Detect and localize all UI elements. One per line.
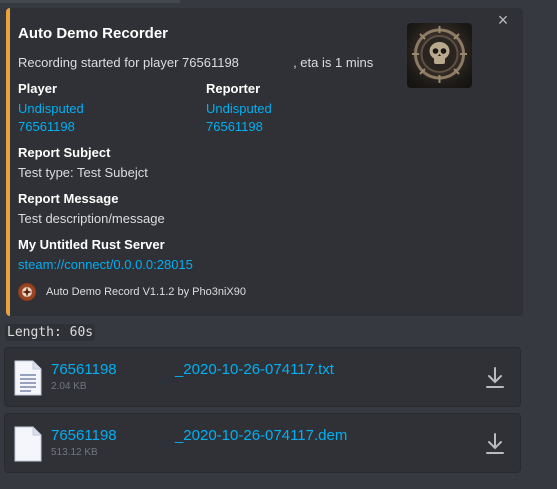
report-subject-value: Test type: Test Subejct xyxy=(18,165,148,180)
embed-footer: Auto Demo Record V1.1.2 by Pho3niX90 xyxy=(18,282,246,302)
attachment-filesize: 2.04 KB xyxy=(51,381,87,392)
length-label: Length: xyxy=(7,325,62,340)
attachment-filename-link[interactable]: 76561198 _2020-10-26-074117.txt xyxy=(51,361,334,378)
download-icon[interactable] xyxy=(484,432,506,456)
file-attachment: 76561198 _2020-10-26-074117.txt 2.04 KB xyxy=(4,347,521,407)
embed-card: × Auto Demo Recorder Recording started f… xyxy=(6,8,523,316)
field-player-name: Player xyxy=(18,81,58,96)
player-name-link[interactable]: Undisputed xyxy=(18,101,84,116)
server-thumbnail-image[interactable] xyxy=(407,23,472,88)
file-attachment: 76561198 _2020-10-26-074117.dem 513.12 K… xyxy=(4,413,521,473)
length-line: Length: 60s xyxy=(5,324,96,341)
attachment-filename-link[interactable]: 76561198 _2020-10-26-074117.dem xyxy=(51,427,347,444)
file-icon xyxy=(14,426,42,462)
skull-emblem-icon xyxy=(412,26,467,83)
reporter-id-link[interactable]: 76561198 xyxy=(206,119,263,134)
embed-accent-bar xyxy=(6,8,10,316)
field-reporter-name: Reporter xyxy=(206,81,261,96)
reporter-name-link[interactable]: Undisputed xyxy=(206,101,272,116)
player-id-link[interactable]: 76561198 xyxy=(18,119,75,134)
chat-message-area: × Auto Demo Recorder Recording started f… xyxy=(0,0,557,489)
field-report-subject-name: Report Subject xyxy=(18,145,111,160)
close-icon[interactable]: × xyxy=(494,11,512,29)
length-value: 60s xyxy=(69,325,94,340)
download-icon[interactable] xyxy=(484,366,506,390)
plugin-author-icon xyxy=(18,283,36,301)
server-connect-link[interactable]: steam://connect/0.0.0.0:28015 xyxy=(18,257,193,272)
attachment-filesize: 513.12 KB xyxy=(51,447,98,458)
previous-message-edge xyxy=(0,0,180,3)
text-file-icon xyxy=(14,360,42,396)
embed-title: Auto Demo Recorder xyxy=(18,25,169,42)
field-report-message-name: Report Message xyxy=(18,191,119,206)
report-message-value: Test description/message xyxy=(18,211,165,226)
embed-footer-text: Auto Demo Record V1.1.2 by Pho3niX90 xyxy=(46,286,246,298)
field-server-name: My Untitled Rust Server xyxy=(18,237,165,252)
embed-description: Recording started for player 76561198 , … xyxy=(18,55,374,70)
